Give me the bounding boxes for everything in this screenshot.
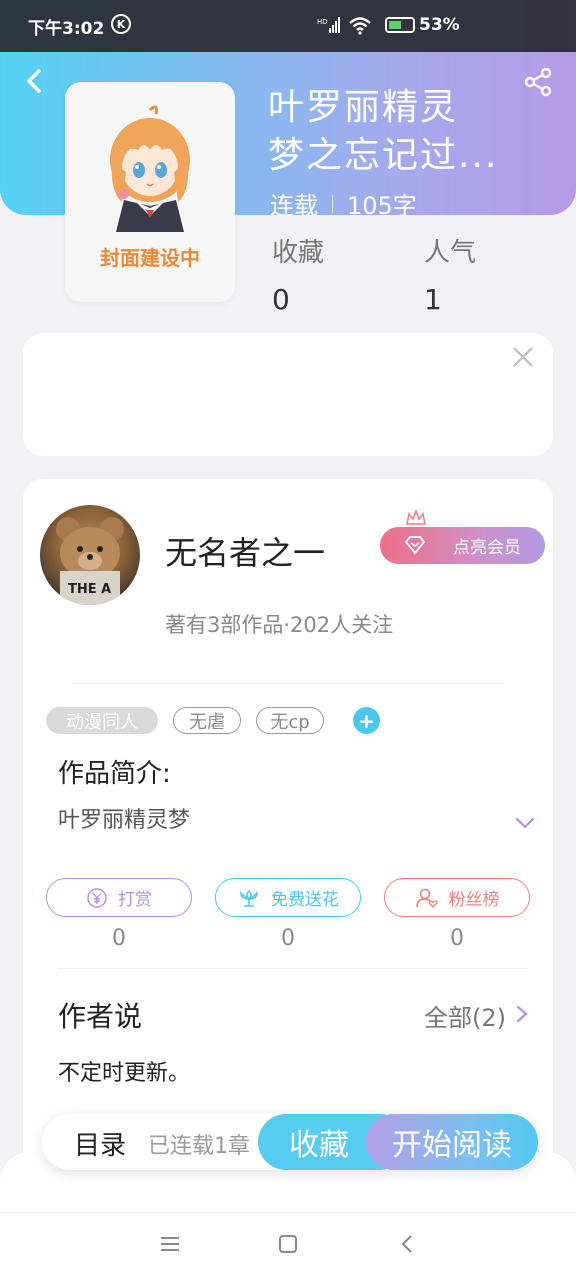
wifi-icon xyxy=(349,17,371,35)
book-title-line2: 梦之忘记过... xyxy=(268,135,499,176)
add-tag-button[interactable]: + xyxy=(353,707,380,734)
author-says-title: 作者说 xyxy=(58,1000,143,1033)
flower-count: 0 xyxy=(281,926,295,951)
stat-popularity-value: 1 xyxy=(424,283,442,316)
menu-icon[interactable] xyxy=(158,1232,182,1256)
status-time: 下午3:02 xyxy=(28,19,105,39)
stat-favorites-label: 收藏 xyxy=(272,238,325,268)
stat-favorites: 收藏 0 xyxy=(272,232,324,316)
yen-icon xyxy=(87,887,107,908)
diamond-icon xyxy=(404,536,426,555)
fan-rank-label: 粉丝榜 xyxy=(448,890,500,910)
divider xyxy=(72,683,504,684)
start-reading-label: 开始阅读 xyxy=(392,1128,512,1163)
book-cover[interactable]: 封面建设中 xyxy=(65,82,235,302)
intro-title: 作品简介: xyxy=(58,759,171,789)
battery-icon xyxy=(385,17,415,33)
fan-icon xyxy=(415,888,437,908)
book-title-line1: 叶罗丽精灵 xyxy=(268,87,459,128)
svg-text:THE A: THE A xyxy=(68,582,111,597)
toc-button[interactable]: 目录 xyxy=(74,1125,126,1162)
author-says-text: 不定时更新。 xyxy=(58,1061,191,1086)
tag-no-cp[interactable]: 无cp xyxy=(256,707,324,734)
divider xyxy=(58,968,528,969)
battery-percent: 53% xyxy=(419,15,460,35)
crown-icon xyxy=(406,508,426,525)
ad-banner[interactable] xyxy=(23,333,553,456)
intro-text: 叶罗丽精灵梦 xyxy=(58,808,191,833)
collect-label: 收藏 xyxy=(289,1128,349,1163)
tip-button[interactable]: 打赏 xyxy=(46,878,192,917)
tip-count: 0 xyxy=(112,926,126,951)
k-icon: K xyxy=(111,14,131,34)
signal-icon: HD xyxy=(317,17,340,33)
book-title: 叶罗丽精灵 梦之忘记过... xyxy=(268,84,548,180)
tag-anime-fanfic[interactable]: 动漫同人 xyxy=(46,707,158,734)
back-button[interactable] xyxy=(20,66,50,96)
cover-placeholder-label: 封面建设中 xyxy=(100,246,200,270)
chevron-right-icon[interactable] xyxy=(514,1003,530,1025)
word-count: 105字 xyxy=(347,192,417,220)
send-flower-label: 免费送花 xyxy=(271,890,339,910)
cover-illustration xyxy=(110,105,190,232)
bear-avatar-image: THE A xyxy=(56,517,124,605)
back-nav-icon[interactable] xyxy=(396,1232,420,1256)
author-says-all-link[interactable]: 全部(2) xyxy=(424,998,506,1033)
svg-text:HD: HD xyxy=(317,18,328,26)
book-status: 连载 xyxy=(270,192,318,220)
toc-status: 已连载1章 xyxy=(148,1134,250,1159)
home-icon[interactable] xyxy=(276,1232,300,1256)
tag-no-angst[interactable]: 无虐 xyxy=(173,707,241,734)
meta-divider xyxy=(332,194,333,213)
fan-count: 0 xyxy=(450,926,464,951)
flower-icon xyxy=(240,889,258,907)
author-avatar[interactable]: THE A xyxy=(40,505,140,605)
close-icon[interactable] xyxy=(511,345,535,369)
author-works-followers: 著有3部作品·202人关注 xyxy=(165,613,394,637)
book-meta: 连载 105字 xyxy=(270,186,417,221)
stat-favorites-value: 0 xyxy=(272,283,290,316)
chevron-down-icon[interactable] xyxy=(514,815,536,831)
start-reading-button[interactable]: 开始阅读 xyxy=(366,1114,538,1170)
send-flower-button[interactable]: 免费送花 xyxy=(215,878,361,917)
vip-label: 点亮会员 xyxy=(453,538,521,558)
fan-rank-button[interactable]: 粉丝榜 xyxy=(384,878,530,917)
status-bar: 下午3:02 K HD 53% xyxy=(0,0,576,52)
stat-popularity-label: 人气 xyxy=(424,238,477,268)
stat-popularity: 人气 1 xyxy=(424,232,476,316)
tip-label: 打赏 xyxy=(118,890,152,910)
author-name[interactable]: 无名者之一 xyxy=(165,528,325,574)
